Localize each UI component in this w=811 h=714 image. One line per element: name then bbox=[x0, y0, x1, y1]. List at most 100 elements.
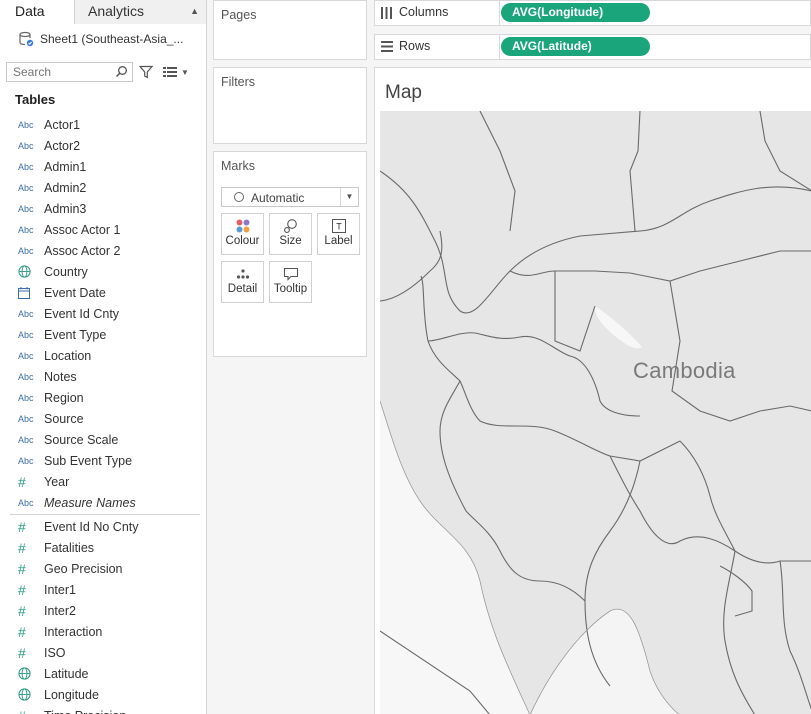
tab-data[interactable]: Data bbox=[0, 0, 74, 24]
updown-icon[interactable]: ▲ bbox=[190, 0, 199, 23]
field-item[interactable]: Country bbox=[0, 261, 206, 282]
field-item[interactable]: # Fatalities bbox=[0, 537, 206, 558]
field-item[interactable]: Abc Admin3 bbox=[0, 198, 206, 219]
field-item[interactable]: Abc Location bbox=[0, 345, 206, 366]
field-item[interactable]: Abc Admin2 bbox=[0, 177, 206, 198]
columns-shelf[interactable]: Columns AVG(Longitude) bbox=[374, 0, 811, 26]
detail-label: Detail bbox=[227, 283, 258, 295]
datasource-name: Sheet1 (Southeast-Asia_... bbox=[40, 32, 184, 46]
field-divider bbox=[10, 514, 200, 515]
field-name: Interaction bbox=[44, 624, 103, 639]
string-type-icon: Abc bbox=[18, 455, 34, 466]
tab-analytics[interactable]: Analytics ▲ bbox=[74, 0, 206, 24]
label-label: Label bbox=[324, 235, 353, 247]
field-name: Inter1 bbox=[44, 582, 76, 597]
field-name: Sub Event Type bbox=[44, 453, 133, 468]
field-item[interactable]: Abc Source Scale bbox=[0, 429, 206, 450]
field-item[interactable]: # Inter2 bbox=[0, 600, 206, 621]
field-item[interactable]: # Inter1 bbox=[0, 579, 206, 600]
field-name: Event Type bbox=[44, 327, 107, 342]
string-type-icon: Abc bbox=[18, 140, 34, 151]
search-row: ▼ bbox=[0, 58, 206, 86]
field-name: Year bbox=[44, 474, 70, 489]
field-item[interactable]: # Interaction bbox=[0, 621, 206, 642]
country-label-cambodia: Cambodia bbox=[633, 358, 736, 383]
string-type-icon: Abc bbox=[18, 119, 34, 130]
string-type-icon: Abc bbox=[18, 350, 34, 361]
field-name: Event Id No Cnty bbox=[44, 519, 139, 534]
rows-shelf[interactable]: Rows AVG(Latitude) bbox=[374, 34, 811, 60]
latitude-pill[interactable]: AVG(Latitude) bbox=[501, 37, 650, 56]
field-name: ISO bbox=[44, 645, 66, 660]
datasource-item[interactable]: Sheet1 (Southeast-Asia_... bbox=[0, 24, 206, 54]
map-background bbox=[380, 111, 811, 714]
field-item[interactable]: # ISO bbox=[0, 642, 206, 663]
map[interactable]: Cambodia bbox=[380, 111, 811, 714]
chevron-down-icon[interactable]: ▼ bbox=[340, 188, 358, 206]
field-item[interactable]: # Event Id No Cnty bbox=[0, 516, 206, 537]
dimension-list: Abc Actor1 Abc Actor2 Abc Admin1 Abc Admin2 Abc A… bbox=[0, 114, 206, 513]
field-item[interactable]: Latitude bbox=[0, 663, 206, 684]
string-type-icon: Abc bbox=[18, 371, 34, 382]
longitude-pill[interactable]: AVG(Longitude) bbox=[501, 3, 650, 22]
string-type-icon: Abc bbox=[18, 224, 34, 235]
pages-card[interactable]: Pages bbox=[213, 0, 367, 60]
list-view-icon[interactable] bbox=[163, 66, 177, 78]
field-item[interactable]: Abc Sub Event Type bbox=[0, 450, 206, 471]
field-item[interactable]: Abc Notes bbox=[0, 366, 206, 387]
field-name: Time Precision bbox=[44, 709, 126, 714]
filters-card[interactable]: Filters bbox=[213, 67, 367, 144]
number-type-icon: # bbox=[18, 473, 26, 490]
view-title[interactable]: Map bbox=[385, 82, 422, 104]
rows-icon bbox=[381, 41, 393, 52]
field-name: Event Date bbox=[44, 285, 106, 300]
string-type-icon: Abc bbox=[18, 203, 34, 214]
tooltip-icon bbox=[283, 267, 298, 281]
size-button[interactable]: Size bbox=[269, 213, 312, 255]
field-item[interactable]: Abc Source bbox=[0, 408, 206, 429]
field-item[interactable]: Abc Measure Names bbox=[0, 492, 206, 513]
columns-label-cell: Columns bbox=[375, 1, 500, 25]
field-item[interactable]: Abc Region bbox=[0, 387, 206, 408]
label-button[interactable]: T Label bbox=[317, 213, 360, 255]
field-item[interactable]: Abc Admin1 bbox=[0, 156, 206, 177]
database-icon bbox=[19, 31, 34, 47]
field-name: Geo Precision bbox=[44, 561, 123, 576]
string-type-icon: Abc bbox=[18, 308, 34, 319]
field-item[interactable]: #Time Precision bbox=[0, 705, 206, 714]
circle-mark-icon bbox=[234, 192, 244, 202]
field-item[interactable]: Abc Actor2 bbox=[0, 135, 206, 156]
mark-type-label: Automatic bbox=[251, 191, 305, 205]
field-item[interactable]: # Year bbox=[0, 471, 206, 492]
field-item[interactable]: Abc Assoc Actor 2 bbox=[0, 240, 206, 261]
field-item[interactable]: Abc Assoc Actor 1 bbox=[0, 219, 206, 240]
field-item[interactable]: # Geo Precision bbox=[0, 558, 206, 579]
field-name: Assoc Actor 1 bbox=[44, 222, 121, 237]
detail-button[interactable]: Detail bbox=[221, 261, 264, 303]
filter-icon[interactable] bbox=[139, 65, 153, 79]
string-type-icon: Abc bbox=[18, 497, 34, 508]
svg-text:T: T bbox=[336, 222, 342, 232]
field-name: Fatalities bbox=[44, 540, 95, 555]
string-type-icon: Abc bbox=[18, 245, 34, 256]
search-icon bbox=[115, 66, 127, 78]
tooltip-button[interactable]: Tooltip bbox=[269, 261, 312, 303]
field-item[interactable]: Abc Event Type bbox=[0, 324, 206, 345]
string-type-icon: Abc bbox=[18, 329, 34, 340]
search-box[interactable] bbox=[6, 62, 133, 82]
chevron-down-icon[interactable]: ▼ bbox=[181, 68, 189, 77]
search-input[interactable] bbox=[13, 65, 113, 79]
field-name: Measure Names bbox=[44, 495, 136, 510]
field-item[interactable]: Abc Actor1 bbox=[0, 114, 206, 135]
field-item[interactable]: Event Date bbox=[0, 282, 206, 303]
number-type-icon: # bbox=[18, 518, 26, 535]
field-item[interactable]: Abc Event Id Cnty bbox=[0, 303, 206, 324]
colour-button[interactable]: Colour bbox=[221, 213, 264, 255]
field-name: Latitude bbox=[44, 666, 89, 681]
colour-label: Colour bbox=[225, 235, 260, 247]
field-item[interactable]: Longitude bbox=[0, 684, 206, 705]
label-icon: T bbox=[331, 219, 346, 233]
field-name: Longitude bbox=[44, 687, 99, 702]
mark-type-select[interactable]: Automatic ▼ bbox=[221, 187, 359, 207]
number-type-icon: # bbox=[18, 560, 26, 577]
